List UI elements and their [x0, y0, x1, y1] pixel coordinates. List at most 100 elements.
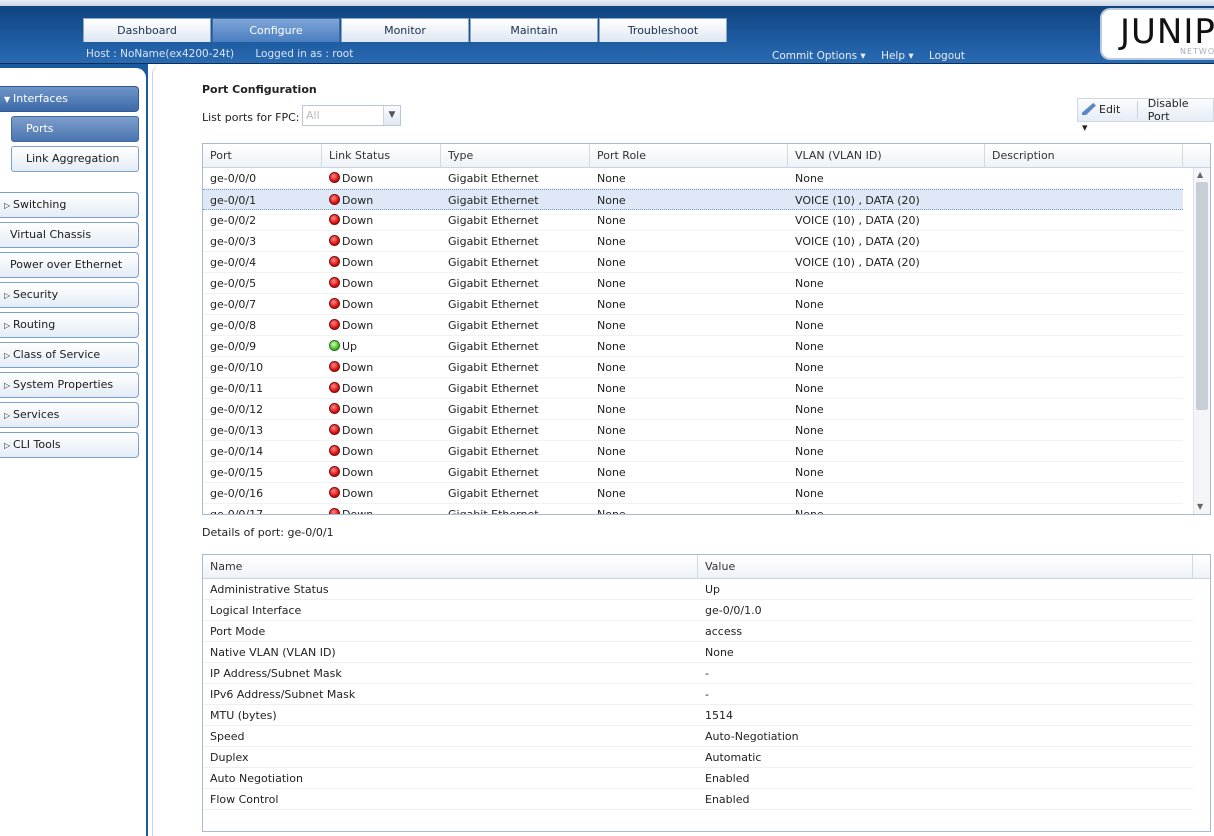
status-text: Down	[342, 172, 374, 185]
table-row[interactable]: ge-0/0/10 Down Gigabit Ethernet None None	[203, 357, 1183, 378]
table-row[interactable]: ge-0/0/11 Down Gigabit Ethernet None None	[203, 378, 1183, 399]
cell-port-role: None	[597, 487, 626, 500]
table-row[interactable]: ge-0/0/8 Down Gigabit Ethernet None None	[203, 315, 1183, 336]
nav-class-of-service-label: Class of Service	[13, 348, 101, 361]
table-row[interactable]: ge-0/0/4 Down Gigabit Ethernet None VOICE (1…	[203, 252, 1183, 273]
cell-vlan: None	[795, 508, 824, 515]
table-row[interactable]: ge-0/0/2 Down Gigabit Ethernet None VOICE (1…	[203, 210, 1183, 231]
column-vlan[interactable]: VLAN (VLAN ID)	[788, 144, 985, 168]
nav-switching[interactable]: ▷ Switching	[0, 192, 139, 218]
column-link-status[interactable]: Link Status	[322, 144, 441, 168]
scroll-thumb[interactable]	[1196, 182, 1208, 410]
cell-description	[985, 315, 992, 336]
ports-scrollbar[interactable]: ▲ ▼	[1193, 168, 1210, 514]
cell-description	[985, 378, 992, 399]
commit-options-menu[interactable]: Commit Options ▾	[772, 50, 866, 62]
detail-row: Native VLAN (VLAN ID) None	[203, 642, 1193, 663]
nav-class-of-service[interactable]: ▷ Class of Service	[0, 342, 139, 368]
column-type[interactable]: Type	[441, 144, 590, 168]
table-row[interactable]: ge-0/0/13 Down Gigabit Ethernet None None	[203, 420, 1183, 441]
column-port[interactable]: Port	[203, 144, 322, 168]
detail-row: Duplex Automatic	[203, 747, 1193, 768]
table-row[interactable]: ge-0/0/17 Down Gigabit Ethernet None None	[203, 504, 1183, 515]
cell-port-role: None	[597, 340, 626, 353]
detail-value: Automatic	[705, 751, 762, 764]
tab-dashboard[interactable]: Dashboard	[83, 18, 211, 42]
cell-description	[985, 504, 992, 514]
column-value[interactable]: Value	[698, 555, 1193, 579]
table-row[interactable]: ge-0/0/15 Down Gigabit Ethernet None None	[203, 462, 1183, 483]
cell-type: Gigabit Ethernet	[448, 298, 539, 311]
cell-port: ge-0/0/5	[210, 277, 257, 290]
detail-value: access	[705, 625, 743, 638]
page-title: Port Configuration	[202, 83, 317, 96]
cell-description	[985, 357, 992, 378]
status-text: Down	[342, 277, 374, 290]
nav-ports[interactable]: Ports	[11, 116, 139, 142]
tab-troubleshoot[interactable]: Troubleshoot	[599, 18, 727, 42]
table-row[interactable]: ge-0/0/1 Down Gigabit Ethernet None VOICE (1…	[203, 189, 1183, 210]
status-down-icon	[329, 277, 340, 288]
status-text: Down	[342, 256, 374, 269]
detail-row: IP Address/Subnet Mask -	[203, 663, 1193, 684]
cell-link-status: Down	[322, 378, 373, 399]
collapsed-arrow-icon: ▷	[4, 291, 11, 300]
juniper-logo: JUNIPE NETWO	[1100, 8, 1214, 60]
cell-vlan: None	[795, 340, 824, 353]
status-text: Down	[342, 445, 374, 458]
cell-link-status: Down	[322, 399, 373, 420]
nav-power-over-ethernet[interactable]: Power over Ethernet	[0, 252, 139, 278]
table-row[interactable]: ge-0/0/3 Down Gigabit Ethernet None VOICE (1…	[203, 231, 1183, 252]
nav-routing[interactable]: ▷ Routing	[0, 312, 139, 338]
detail-value: Up	[705, 583, 721, 596]
nav-virtual-chassis[interactable]: Virtual Chassis	[0, 222, 139, 248]
port-toolbar: Edit ▾ Disable Port	[1077, 97, 1214, 134]
detail-row: Auto Negotiation Enabled	[203, 768, 1193, 789]
cell-description	[985, 294, 992, 315]
table-row[interactable]: ge-0/0/5 Down Gigabit Ethernet None None	[203, 273, 1183, 294]
cell-vlan: None	[795, 319, 824, 332]
disable-port-button[interactable]: Disable Port	[1138, 97, 1213, 123]
fpc-select[interactable]: All ▼	[302, 105, 401, 126]
cell-vlan: VOICE (10) , DATA (20)	[795, 194, 920, 207]
chevron-down-icon[interactable]: ▼	[383, 106, 400, 125]
host-label: Host : NoName(ex4200-24t)	[86, 48, 235, 60]
scroll-down-icon[interactable]: ▼	[1197, 502, 1203, 511]
cell-link-status: Down	[322, 504, 373, 514]
table-row[interactable]: ge-0/0/9 Up Gigabit Ethernet None None	[203, 336, 1183, 357]
nav-security[interactable]: ▷ Security	[0, 282, 139, 308]
table-row[interactable]: ge-0/0/7 Down Gigabit Ethernet None None	[203, 294, 1183, 315]
tab-configure[interactable]: Configure	[212, 18, 340, 42]
column-description[interactable]: Description	[985, 144, 1183, 168]
nav-cli-tools[interactable]: ▷ CLI Tools	[0, 432, 139, 458]
nav-link-aggregation[interactable]: Link Aggregation	[11, 146, 139, 172]
scroll-up-icon[interactable]: ▲	[1197, 170, 1203, 179]
cell-link-status: Down	[322, 294, 373, 315]
logo-text: JUNIPE	[1120, 12, 1214, 52]
table-row[interactable]: ge-0/0/12 Down Gigabit Ethernet None None	[203, 399, 1183, 420]
tab-monitor[interactable]: Monitor	[341, 18, 469, 42]
help-menu[interactable]: Help ▾	[881, 50, 914, 62]
nav-interfaces[interactable]: ▼ Interfaces	[0, 86, 139, 112]
column-port-role[interactable]: Port Role	[590, 144, 788, 168]
status-down-icon	[329, 508, 340, 514]
detail-value: -	[705, 667, 709, 680]
table-row[interactable]: ge-0/0/14 Down Gigabit Ethernet None None	[203, 441, 1183, 462]
status-down-icon	[329, 487, 340, 498]
column-name[interactable]: Name	[203, 555, 698, 579]
nav-system-properties[interactable]: ▷ System Properties	[0, 372, 139, 398]
tab-maintain[interactable]: Maintain	[470, 18, 598, 42]
detail-row: Port Mode access	[203, 621, 1193, 642]
logout-link[interactable]: Logout	[929, 50, 965, 62]
status-down-icon	[329, 382, 340, 393]
table-row[interactable]: ge-0/0/16 Down Gigabit Ethernet None None	[203, 483, 1183, 504]
cell-vlan: VOICE (10) , DATA (20)	[795, 214, 920, 227]
table-row[interactable]: ge-0/0/0 Down Gigabit Ethernet None None	[203, 168, 1183, 189]
edit-button[interactable]: Edit ▾	[1078, 101, 1138, 134]
cell-port: ge-0/0/4	[210, 256, 257, 269]
nav-services[interactable]: ▷ Services	[0, 402, 139, 428]
cell-port-role: None	[597, 466, 626, 479]
detail-name: Native VLAN (VLAN ID)	[210, 646, 336, 659]
detail-row: Administrative Status Up	[203, 579, 1193, 600]
cell-type: Gigabit Ethernet	[448, 382, 539, 395]
